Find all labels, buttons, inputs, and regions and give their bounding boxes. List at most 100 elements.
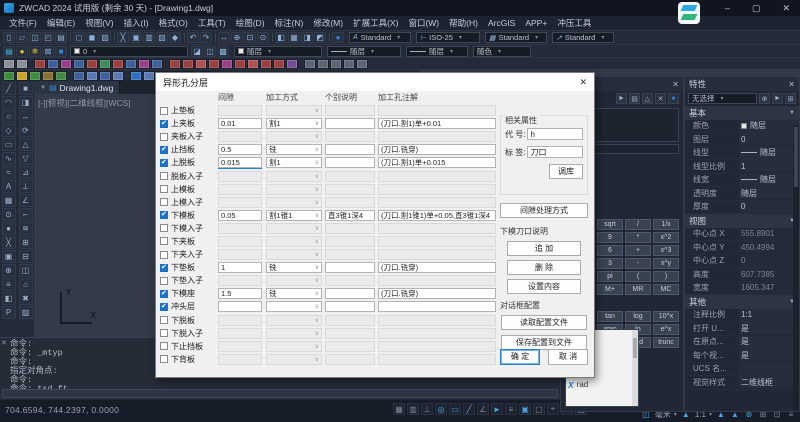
note-input[interactable] [378,249,496,260]
grid-icon[interactable]: ▦ [393,403,405,415]
custom-tool-icon[interactable] [234,59,246,69]
custom-tool-icon[interactable] [112,71,124,81]
calc-button[interactable]: / [625,219,651,230]
calc-button[interactable]: 9 [597,232,623,243]
spline-tool-icon[interactable]: ∿ [2,152,16,165]
calc-button[interactable]: ( [625,271,651,282]
toolpalettes-icon[interactable]: ◨ [301,32,313,43]
desc-input[interactable] [325,131,375,142]
calc-button[interactable]: pi [597,271,623,282]
menu-item[interactable]: APP+ [520,18,552,28]
quickcalc-close-icon[interactable]: ✕ [672,80,679,89]
desc-input[interactable] [325,197,375,208]
properties-row[interactable]: UCS 名... ▼ [685,363,799,377]
desc-input[interactable] [325,341,375,352]
erase-tool-icon[interactable]: ■ [19,82,33,95]
method-select[interactable]: ∨ [266,184,322,195]
toolbar-icon[interactable] [68,32,72,43]
method-select[interactable]: 割1∨ [266,118,322,129]
method-select[interactable]: ∨ [266,223,322,234]
properties-row[interactable]: 基本 ▼ [685,106,799,120]
transparency-icon[interactable]: ▣ [519,403,531,415]
layer-states-icon[interactable]: ▩ [217,46,229,57]
custom-tool-icon[interactable] [182,59,194,69]
custom-tool-icon[interactable] [60,59,72,69]
custom-tool-icon[interactable] [34,59,46,69]
custom-tool-icon[interactable] [138,59,150,69]
custom-tool-icon[interactable] [16,71,28,81]
calc-button[interactable]: MR [625,284,651,295]
properties-palette-icon[interactable]: ◧ [275,32,287,43]
menu-item[interactable]: 插入(I) [119,17,154,29]
dynamic-input-icon[interactable]: ► [491,403,503,415]
toolbar-icon[interactable] [327,32,331,43]
publish-icon[interactable]: ◼ [86,32,98,43]
note-input[interactable]: (刀口.割1)单+0.01 [378,118,496,129]
tab-menu-icon[interactable]: ▼ [40,85,46,91]
gap-input[interactable] [218,105,262,116]
print-preview-icon[interactable]: ◻ [73,32,85,43]
arc-tool-icon[interactable]: ◠ [2,96,16,109]
method-select[interactable]: ∨ [266,354,322,365]
plate-checkbox[interactable] [160,303,168,311]
plate-checkbox[interactable] [160,172,168,180]
desc-input[interactable] [325,275,375,286]
paste-special-icon[interactable]: ▧ [156,32,168,43]
desc-input[interactable] [325,144,375,155]
method-select[interactable]: 铣∨ [266,288,322,299]
toolbar-icon[interactable] [112,32,116,43]
polyline-tool-icon[interactable]: ≈ [2,166,16,179]
calc-button[interactable]: 3 [597,258,623,269]
plate-checkbox[interactable] [160,355,168,363]
properties-row[interactable]: 中心点 Y 450.4994 ▼ [685,241,799,255]
fillet-tool-icon[interactable]: ≋ [19,222,33,235]
mirror-tool-icon[interactable]: △ [19,138,33,151]
note-input[interactable]: (刀口.割1)单+0.015 [378,157,496,168]
gap-processing-button[interactable]: 间隙处理方式 [500,203,588,218]
properties-row[interactable]: 其他 ▼ [685,295,799,309]
zoom-previous-icon[interactable]: ⊙ [257,32,269,43]
calc-sci-button[interactable]: log [625,311,651,322]
properties-row[interactable]: 中心点 Z 0 ▼ [685,255,799,269]
note-input[interactable] [378,275,496,286]
properties-row[interactable]: 线型比例 1 ▼ [685,160,799,174]
method-select[interactable]: ∨ [266,197,322,208]
undo-icon[interactable]: ↶ [187,32,199,43]
mleader-style-combo[interactable]: ↗Standard▾ [552,32,614,43]
properties-row[interactable]: 线型 随层 ▼ [685,147,799,161]
custom-tool-icon[interactable] [99,71,111,81]
text-style-combo[interactable]: AStandard▾ [349,32,411,43]
redo-icon[interactable]: ↷ [200,32,212,43]
note-input[interactable] [378,171,496,182]
linetype-combo[interactable]: 随层▾ [327,46,401,57]
layer-lock-icon[interactable]: ⊠ [42,46,54,57]
extend-tool-icon[interactable]: ∠ [19,194,33,207]
gap-input[interactable] [218,184,262,195]
chamfer-tool-icon[interactable]: ⌐ [19,208,33,221]
method-select[interactable]: 铣∨ [266,262,322,273]
clear-icon[interactable]: ✕ [655,93,666,104]
method-select[interactable]: 铣∨ [266,144,322,155]
desc-input[interactable] [325,118,375,129]
gap-input[interactable]: 1.5 [218,288,262,299]
new-file-icon[interactable]: ▯ [3,32,15,43]
properties-row[interactable]: 每个视... 是 ▼ [685,349,799,363]
library-button[interactable]: 调库 [549,164,583,179]
custom-tool-icon[interactable] [16,59,28,69]
plate-checkbox[interactable] [160,251,168,259]
angle-conversion-icon[interactable]: △ [642,93,653,104]
ortho-icon[interactable]: ⊥ [421,403,433,415]
calc-button[interactable]: - [625,258,651,269]
calc-button[interactable]: + [625,245,651,256]
gap-input[interactable] [218,341,262,352]
color-combo[interactable]: 随层▾ [234,46,322,57]
match-properties-icon[interactable]: ◆ [169,32,181,43]
calc-sci-button[interactable]: 10^x [653,311,679,322]
plate-checkbox[interactable] [160,290,168,298]
custom-tool-icon[interactable] [221,59,233,69]
pan-icon[interactable]: ↔ [218,32,230,43]
mline-tool-icon[interactable]: ≡ [2,278,16,291]
properties-row[interactable]: 透明度 随层 ▼ [685,187,799,201]
plate-checkbox[interactable] [160,316,168,324]
custom-tool-icon[interactable] [330,59,342,69]
